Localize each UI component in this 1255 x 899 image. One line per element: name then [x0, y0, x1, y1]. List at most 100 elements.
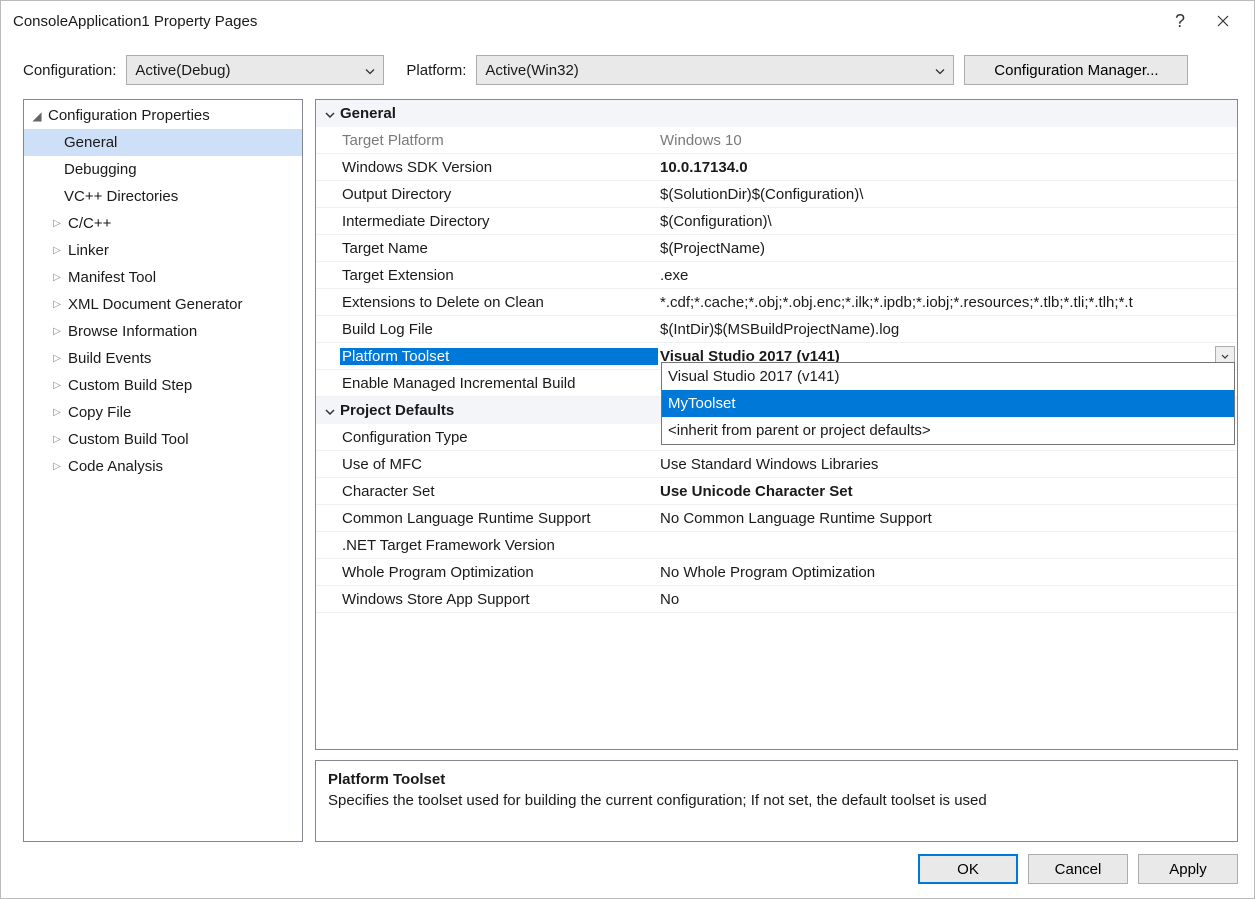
- property-name: Target Name: [340, 240, 658, 257]
- property-value[interactable]: $(SolutionDir)$(Configuration)\: [658, 186, 1237, 203]
- collapsed-arrow-icon: ▷: [50, 326, 64, 337]
- chevron-down-icon: [1221, 354, 1229, 359]
- configuration-manager-button[interactable]: Configuration Manager...: [964, 55, 1188, 85]
- property-value[interactable]: $(Configuration)\: [658, 213, 1237, 230]
- property-name: Output Directory: [340, 186, 658, 203]
- tree-item-build-events[interactable]: ▷Build Events: [24, 345, 302, 372]
- collapsed-arrow-icon: ▷: [50, 299, 64, 310]
- window-title: ConsoleApplication1 Property Pages: [13, 13, 1160, 30]
- property-name: Extensions to Delete on Clean: [340, 294, 658, 311]
- property-name: Windows Store App Support: [340, 591, 658, 608]
- collapsed-arrow-icon: ▷: [50, 380, 64, 391]
- property-row[interactable]: Windows SDK Version10.0.17134.0: [316, 154, 1237, 181]
- tree-item-debugging[interactable]: Debugging: [24, 156, 302, 183]
- configuration-combo[interactable]: Active(Debug): [126, 55, 384, 85]
- chevron-down-icon: [365, 62, 375, 79]
- dialog-body: ◢ Configuration Properties General Debugg…: [1, 99, 1254, 854]
- tree-label: VC++ Directories: [64, 188, 178, 205]
- property-row[interactable]: Use of MFCUse Standard Windows Libraries: [316, 451, 1237, 478]
- tree-item-code-analysis[interactable]: ▷Code Analysis: [24, 453, 302, 480]
- property-row[interactable]: Target PlatformWindows 10: [316, 127, 1237, 154]
- property-row[interactable]: Windows Store App SupportNo: [316, 586, 1237, 613]
- collapsed-arrow-icon: ▷: [50, 245, 64, 256]
- tree-root-config-properties[interactable]: ◢ Configuration Properties: [24, 102, 302, 129]
- property-row[interactable]: Build Log File$(IntDir)$(MSBuildProjectN…: [316, 316, 1237, 343]
- tree-item-copy-file[interactable]: ▷Copy File: [24, 399, 302, 426]
- tree-item-custom-build-tool[interactable]: ▷Custom Build Tool: [24, 426, 302, 453]
- property-value[interactable]: .exe: [658, 267, 1237, 284]
- tree-label: Custom Build Step: [68, 377, 192, 394]
- description-title: Platform Toolset: [328, 771, 1225, 788]
- tree-item-manifest-tool[interactable]: ▷Manifest Tool: [24, 264, 302, 291]
- dropdown-option[interactable]: MyToolset: [662, 390, 1234, 417]
- property-row[interactable]: .NET Target Framework Version: [316, 532, 1237, 559]
- description-panel: Platform Toolset Specifies the toolset u…: [315, 760, 1238, 842]
- close-button[interactable]: [1200, 5, 1246, 37]
- property-grid[interactable]: General Target PlatformWindows 10Windows…: [315, 99, 1238, 750]
- dropdown-option[interactable]: Visual Studio 2017 (v141): [662, 363, 1234, 390]
- category-label: General: [340, 105, 396, 122]
- category-tree[interactable]: ◢ Configuration Properties General Debugg…: [23, 99, 303, 842]
- tree-item-xml-document-generator[interactable]: ▷ XML Document Generator: [24, 291, 302, 318]
- platform-toolset-dropdown[interactable]: Visual Studio 2017 (v141)MyToolset<inher…: [661, 362, 1235, 445]
- platform-combo[interactable]: Active(Win32): [476, 55, 954, 85]
- property-value[interactable]: Windows 10: [658, 132, 1237, 149]
- property-row[interactable]: Character SetUse Unicode Character Set: [316, 478, 1237, 505]
- dropdown-option[interactable]: <inherit from parent or project defaults…: [662, 417, 1234, 444]
- property-value[interactable]: No: [658, 591, 1237, 608]
- property-row[interactable]: Common Language Runtime SupportNo Common…: [316, 505, 1237, 532]
- property-row[interactable]: Output Directory$(SolutionDir)$(Configur…: [316, 181, 1237, 208]
- property-row[interactable]: Extensions to Delete on Clean*.cdf;*.cac…: [316, 289, 1237, 316]
- collapsed-arrow-icon: ▷: [50, 272, 64, 283]
- property-name: Use of MFC: [340, 456, 658, 473]
- property-value[interactable]: Use Unicode Character Set: [658, 483, 1237, 500]
- cancel-button[interactable]: Cancel: [1028, 854, 1128, 884]
- property-row[interactable]: Target Extension.exe: [316, 262, 1237, 289]
- property-name: .NET Target Framework Version: [340, 537, 658, 554]
- property-name: Build Log File: [340, 321, 658, 338]
- tree-label: Configuration Properties: [48, 107, 210, 124]
- property-name: Whole Program Optimization: [340, 564, 658, 581]
- expanded-arrow-icon: ◢: [30, 109, 44, 123]
- collapsed-arrow-icon: ▷: [50, 353, 64, 364]
- apply-button[interactable]: Apply: [1138, 854, 1238, 884]
- property-value[interactable]: 10.0.17134.0: [658, 159, 1237, 176]
- property-value[interactable]: No Common Language Runtime Support: [658, 510, 1237, 527]
- property-row[interactable]: Intermediate Directory$(Configuration)\: [316, 208, 1237, 235]
- configuration-value: Active(Debug): [135, 62, 230, 79]
- tree-item-vc-directories[interactable]: VC++ Directories: [24, 183, 302, 210]
- ok-button[interactable]: OK: [918, 854, 1018, 884]
- titlebar: ConsoleApplication1 Property Pages ?: [1, 1, 1254, 41]
- property-name: Character Set: [340, 483, 658, 500]
- collapsed-arrow-icon: ▷: [50, 407, 64, 418]
- property-row[interactable]: Whole Program OptimizationNo Whole Progr…: [316, 559, 1237, 586]
- config-platform-row: Configuration: Active(Debug) Platform: A…: [1, 41, 1254, 99]
- help-button[interactable]: ?: [1160, 5, 1200, 37]
- property-value[interactable]: No Whole Program Optimization: [658, 564, 1237, 581]
- property-value[interactable]: *.cdf;*.cache;*.obj;*.obj.enc;*.ilk;*.ip…: [658, 294, 1237, 311]
- tree-item-general[interactable]: General: [24, 129, 302, 156]
- property-row[interactable]: Target Name$(ProjectName): [316, 235, 1237, 262]
- collapse-icon: [320, 402, 340, 419]
- tree-label: Browse Information: [68, 323, 197, 340]
- tree-item-custom-build-step[interactable]: ▷ Custom Build Step: [24, 372, 302, 399]
- tree-label: Code Analysis: [68, 458, 163, 475]
- property-name: Windows SDK Version: [340, 159, 658, 176]
- tree-item-linker[interactable]: ▷Linker: [24, 237, 302, 264]
- dialog-footer: OK Cancel Apply: [1, 854, 1254, 898]
- tree-item-c-c-[interactable]: ▷C/C++: [24, 210, 302, 237]
- property-name: Configuration Type: [340, 429, 658, 446]
- property-value[interactable]: $(IntDir)$(MSBuildProjectName).log: [658, 321, 1237, 338]
- description-text: Specifies the toolset used for building …: [328, 792, 1225, 809]
- property-value[interactable]: $(ProjectName): [658, 240, 1237, 257]
- tree-item-browse-information[interactable]: ▷ Browse Information: [24, 318, 302, 345]
- tree-label: Debugging: [64, 161, 137, 178]
- property-value[interactable]: Use Standard Windows Libraries: [658, 456, 1237, 473]
- property-name: Platform Toolset: [340, 348, 658, 365]
- category-general[interactable]: General: [316, 100, 1237, 127]
- platform-label: Platform:: [406, 62, 466, 79]
- property-name: Target Platform: [340, 132, 658, 149]
- tree-label: General: [64, 134, 117, 151]
- tree-label: XML Document Generator: [68, 296, 243, 313]
- property-pages-dialog: ConsoleApplication1 Property Pages ? Con…: [0, 0, 1255, 899]
